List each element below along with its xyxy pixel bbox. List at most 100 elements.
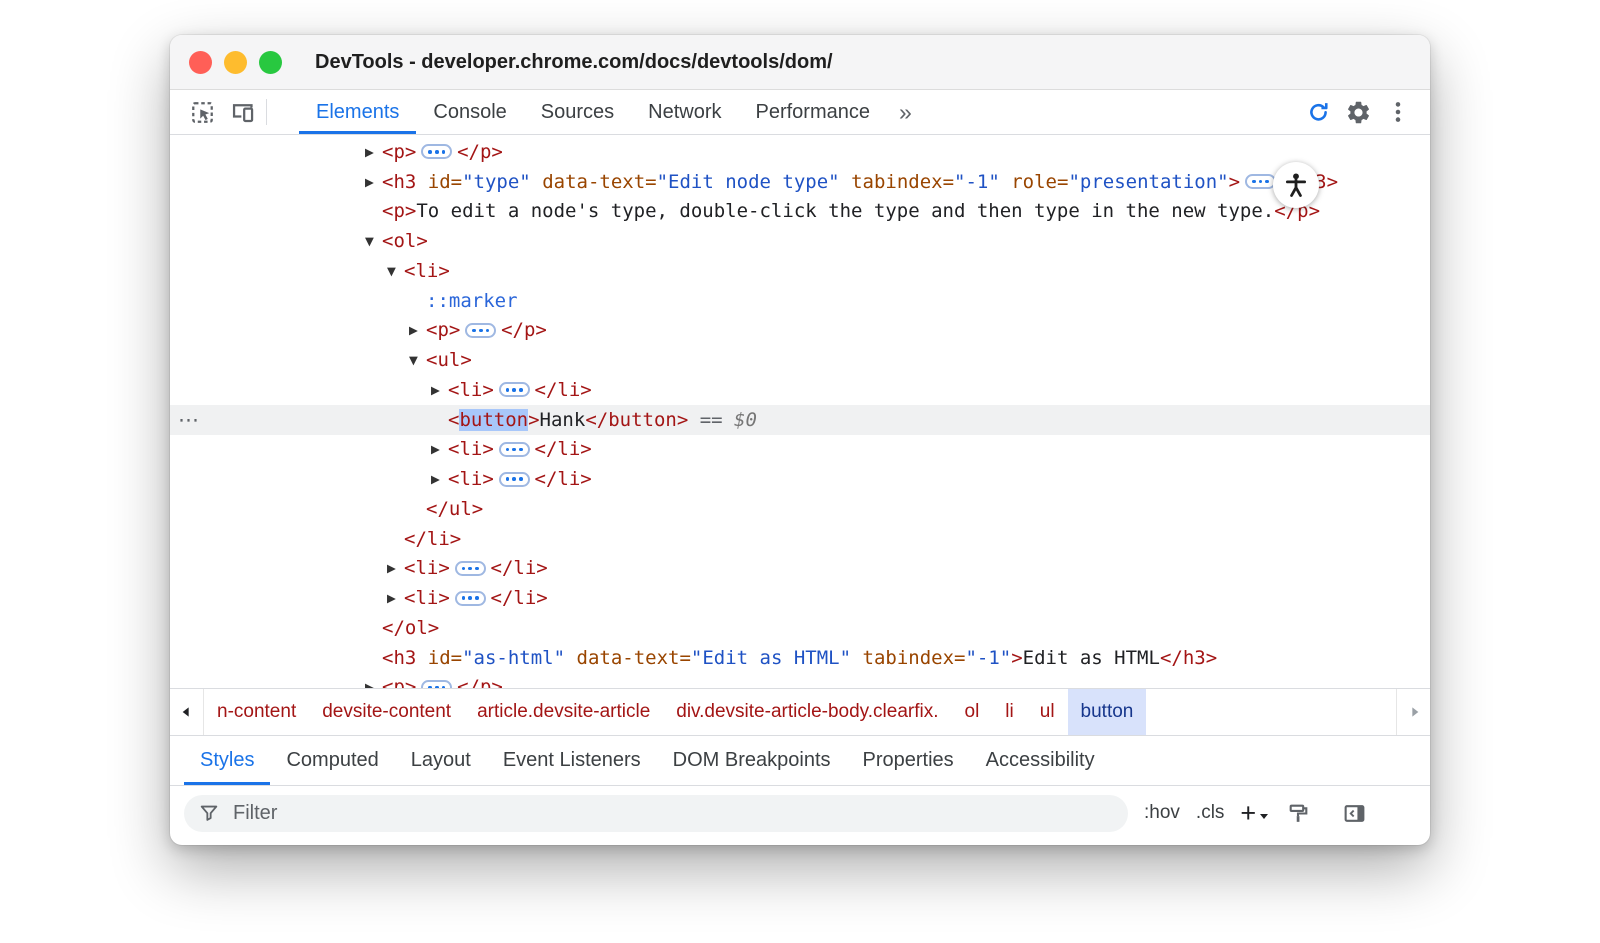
dom-tree-row[interactable]: ⋯<button>Hank</button> == $0	[170, 405, 1430, 435]
inline-expand-icon[interactable]	[455, 561, 486, 576]
dom-tree-row[interactable]: </ul>	[170, 494, 1430, 524]
breadcrumb-item-devsite-content[interactable]: devsite-content	[309, 689, 464, 735]
device-toolbar-button[interactable]	[222, 90, 262, 134]
window-title: DevTools - developer.chrome.com/docs/dev…	[315, 51, 833, 74]
indent-spacer	[365, 300, 409, 301]
inspect-element-button[interactable]	[182, 90, 222, 134]
dom-tree-row[interactable]: ▶<li></li>	[170, 464, 1430, 494]
code-token: <li>	[404, 557, 450, 579]
dom-tree: ▶<p></p>▶<h3 id="type" data-text="Edit n…	[170, 135, 1430, 688]
tab-network[interactable]: Network	[631, 90, 738, 134]
accessibility-cursor-button[interactable]	[1273, 162, 1319, 208]
tab-accessibility[interactable]: Accessibility	[970, 736, 1111, 785]
tab-styles[interactable]: Styles	[184, 736, 270, 785]
menu-button[interactable]	[1378, 90, 1418, 134]
breadcrumb-item-article-devsite-article[interactable]: article.devsite-article	[464, 689, 663, 735]
breadcrumb-item-ul[interactable]: ul	[1027, 689, 1068, 735]
breadcrumb-item-ol[interactable]: ol	[952, 689, 993, 735]
expand-arrow-icon[interactable]: ▶	[365, 175, 382, 189]
inline-expand-icon[interactable]	[1245, 174, 1276, 189]
tab-performance[interactable]: Performance	[739, 90, 888, 134]
breadcrumb-scroll-right-button[interactable]	[1396, 689, 1430, 735]
dom-tree-row[interactable]: ▼<ol>	[170, 226, 1430, 256]
dom-tree-row[interactable]: <h3 id="as-html" data-text="Edit as HTML…	[170, 643, 1430, 673]
indent-spacer	[365, 598, 387, 599]
code-token: "as-html"	[462, 647, 565, 669]
rendering-button[interactable]	[1278, 801, 1318, 826]
refresh-required-button[interactable]	[1298, 90, 1338, 134]
tab-dom-breakpoints[interactable]: DOM Breakpoints	[657, 736, 847, 785]
breadcrumb-scroll-left-button[interactable]	[170, 689, 204, 735]
toggle-element-state-button[interactable]: :hov	[1144, 802, 1180, 824]
expand-arrow-icon[interactable]: ▶	[431, 383, 448, 397]
tab-computed[interactable]: Computed	[270, 736, 394, 785]
expand-arrow-icon[interactable]: ▶	[431, 472, 448, 486]
tab-console[interactable]: Console	[416, 90, 523, 134]
tab-event-listeners[interactable]: Event Listeners	[487, 736, 657, 785]
tab-sources[interactable]: Sources	[524, 90, 631, 134]
element-classes-button[interactable]: .cls	[1196, 802, 1225, 824]
code-token	[851, 647, 862, 669]
tab-properties[interactable]: Properties	[847, 736, 970, 785]
minimize-button[interactable]	[224, 51, 247, 74]
dom-tree-row[interactable]: ▶<li> </li>	[170, 554, 1430, 584]
settings-button[interactable]	[1338, 90, 1378, 134]
inline-expand-icon[interactable]	[499, 472, 530, 487]
panel-tabs: ElementsConsoleSourcesNetworkPerformance	[299, 90, 887, 134]
expand-arrow-icon[interactable]: ▶	[387, 561, 404, 575]
collapse-arrow-icon[interactable]: ▼	[409, 353, 426, 367]
expand-arrow-icon[interactable]: ▶	[431, 442, 448, 456]
filter-input[interactable]	[231, 801, 1114, 826]
dom-tree-row[interactable]: ▶<h3 id="type" data-text="Edit node type…	[170, 167, 1430, 197]
dom-tree-row[interactable]: ▶<p></p>	[170, 137, 1430, 167]
dom-tree-row[interactable]: ▶<li></li>	[170, 375, 1430, 405]
inline-expand-icon[interactable]	[499, 382, 530, 397]
code-token: </button>	[585, 409, 688, 431]
breadcrumb: n-contentdevsite-contentarticle.devsite-…	[204, 689, 1396, 735]
breadcrumb-item-li[interactable]: li	[992, 689, 1026, 735]
close-button[interactable]	[189, 51, 212, 74]
dom-tree-row[interactable]: ▶<p></p>	[170, 316, 1430, 346]
refresh-icon	[1305, 99, 1332, 126]
dock-side-button[interactable]	[1334, 801, 1374, 826]
expand-arrow-icon[interactable]: ▶	[365, 680, 382, 688]
inline-expand-icon[interactable]	[465, 323, 496, 338]
breadcrumb-item-div-devsite-article-body-clearfix[interactable]: div.devsite-article-body.clearfix.	[663, 689, 951, 735]
dom-tree-row[interactable]: ▼<li>	[170, 256, 1430, 286]
code-token: id=	[428, 171, 462, 193]
titlebar: DevTools - developer.chrome.com/docs/dev…	[170, 35, 1430, 90]
code-token: </li>	[491, 557, 548, 579]
code-token: data-text=	[577, 647, 691, 669]
tab-elements[interactable]: Elements	[299, 90, 416, 134]
dom-tree-row[interactable]: ▼<ul>	[170, 345, 1430, 375]
expand-arrow-icon[interactable]: ▶	[387, 591, 404, 605]
inline-expand-icon[interactable]	[421, 680, 452, 688]
expand-arrow-icon[interactable]: ▶	[409, 323, 426, 337]
code-token: "Edit node type"	[657, 171, 840, 193]
sidebar-tabs: StylesComputedLayoutEvent ListenersDOM B…	[170, 735, 1430, 785]
collapse-arrow-icon[interactable]: ▼	[387, 264, 404, 278]
breadcrumb-item-button[interactable]: button	[1068, 689, 1147, 735]
breadcrumb-item-n-content[interactable]: n-content	[204, 689, 309, 735]
dom-tree-row[interactable]: ::marker	[170, 286, 1430, 316]
inline-expand-icon[interactable]	[421, 144, 452, 159]
code-token: <li>	[448, 468, 494, 490]
more-tabs-button[interactable]: »	[887, 90, 924, 134]
code-token: </li>	[535, 379, 592, 401]
dom-tree-row[interactable]: </ol>	[170, 613, 1430, 643]
row-actions-icon[interactable]: ⋯	[178, 408, 199, 432]
tab-layout[interactable]: Layout	[395, 736, 487, 785]
new-style-rule-button[interactable]: +	[1240, 798, 1262, 829]
dom-tree-row[interactable]: </li>	[170, 524, 1430, 554]
code-token: <	[448, 409, 459, 431]
dom-tree-row[interactable]: ▶<li></li>	[170, 583, 1430, 613]
expand-arrow-icon[interactable]: ▶	[365, 145, 382, 159]
zoom-button[interactable]	[259, 51, 282, 74]
dom-tree-row[interactable]: ▶<p></p>	[170, 673, 1430, 689]
inline-expand-icon[interactable]	[499, 442, 530, 457]
dom-tree-row[interactable]: <p>To edit a node's type, double-click t…	[170, 197, 1430, 227]
inline-expand-icon[interactable]	[455, 591, 486, 606]
dom-tree-row[interactable]: ▶<li></li>	[170, 435, 1430, 465]
collapse-arrow-icon[interactable]: ▼	[365, 234, 382, 248]
filter-field[interactable]	[184, 795, 1128, 832]
